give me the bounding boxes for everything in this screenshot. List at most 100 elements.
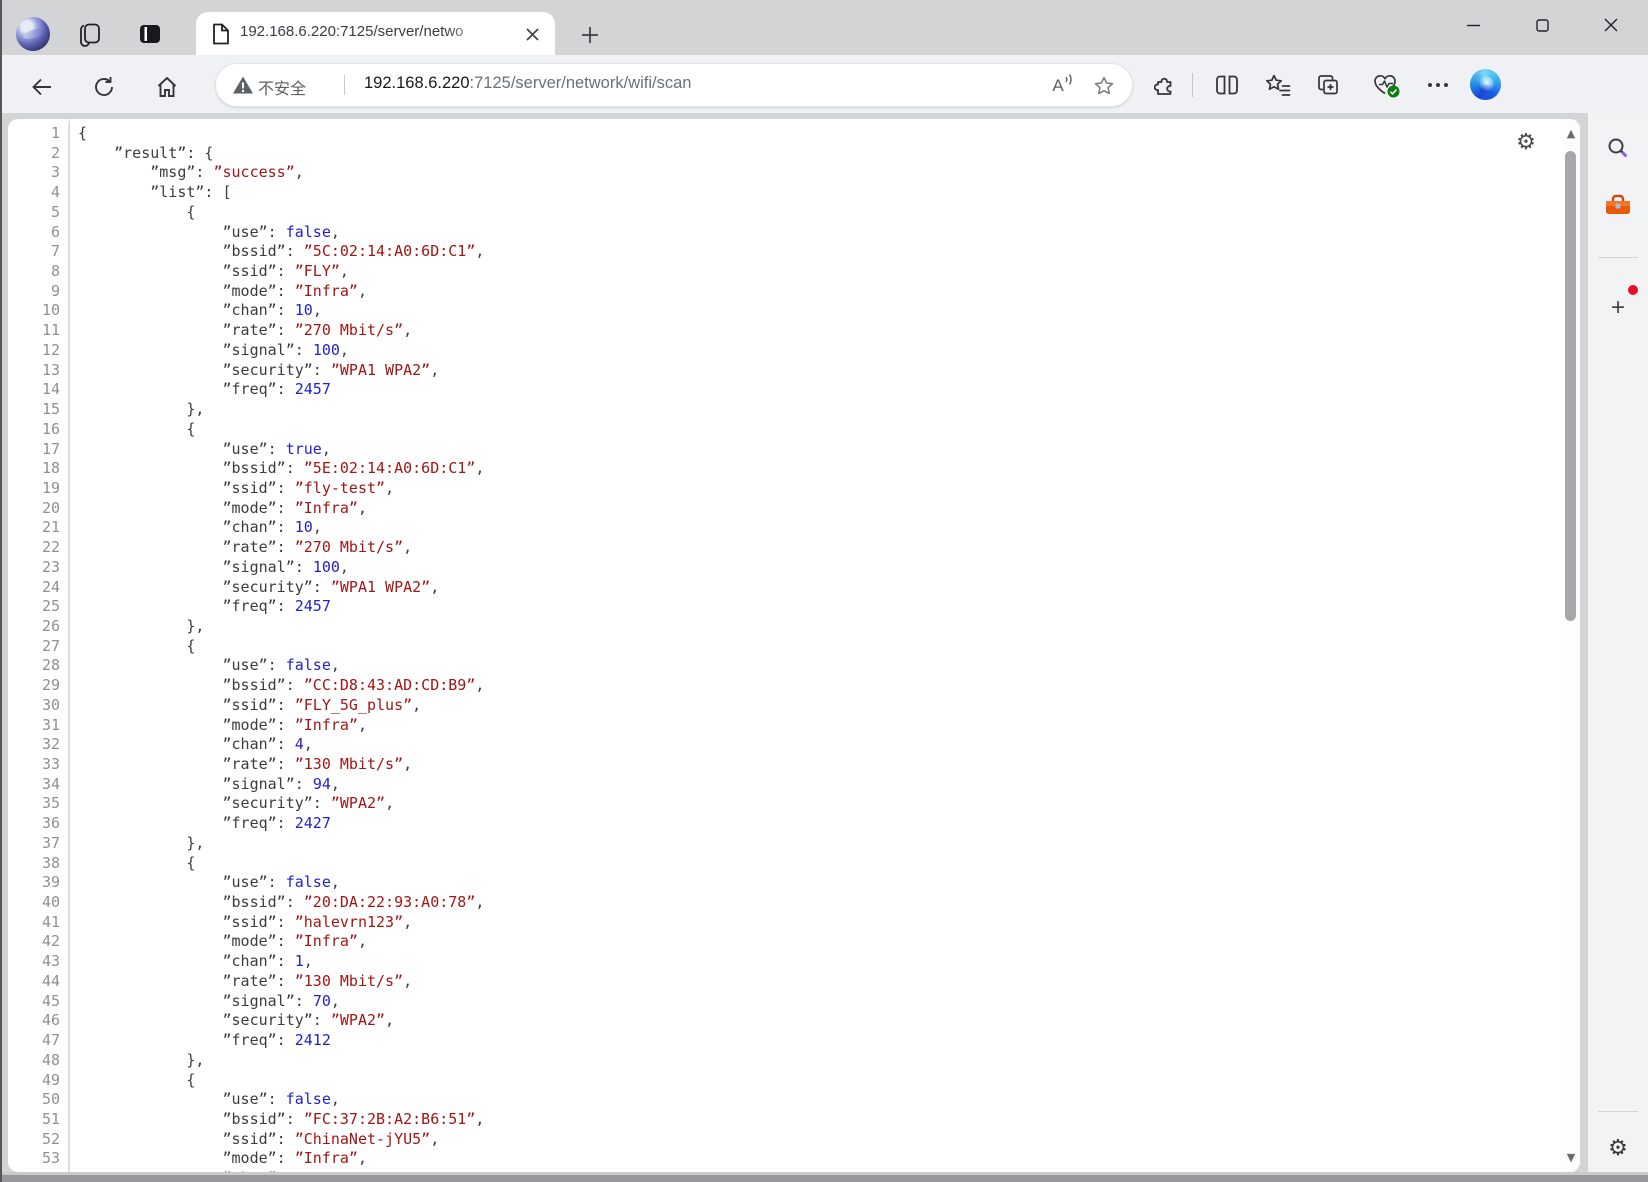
back-button[interactable] [25,70,59,104]
code-line: 9 ”mode”: ”Infra”, [8,282,484,302]
json-viewer-options-button[interactable]: ⚙ [1512,128,1540,156]
maximize-button[interactable] [1519,10,1565,40]
line-number: 27 [8,637,69,657]
line-number: 38 [8,854,69,874]
code-line: 10 ”chan”: 10, [8,301,484,321]
line-number: 48 [8,1051,69,1071]
workspaces-icon [77,21,103,47]
close-window-button[interactable] [1588,10,1634,40]
line-number: 14 [8,380,69,400]
code-line: 44 ”rate”: ”130 Mbit/s”, [8,972,484,992]
puzzle-icon [1154,73,1178,97]
page-content: 1{2 ”result”: {3 ”msg”: ”success”,4 ”lis… [8,119,1580,1172]
address-bar[interactable]: 不安全 192.168.6.220:7125/server/network/wi… [215,63,1133,107]
line-number: 29 [8,676,69,696]
line-number: 49 [8,1071,69,1091]
browser-essentials-button[interactable] [1367,67,1403,103]
scrollbar-thumb[interactable] [1565,151,1576,621]
home-button[interactable] [150,70,184,104]
split-screen-button[interactable] [1209,67,1245,103]
code-line: 21 ”chan”: 10, [8,518,484,538]
code-lines: 1{2 ”result”: {3 ”msg”: ”success”,4 ”lis… [8,124,484,1172]
tab-close-button[interactable] [518,20,546,48]
sidebar-divider [1598,257,1638,258]
code-line: 41 ”ssid”: ”halevrn123”, [8,913,484,933]
extensions-button[interactable] [1148,67,1184,103]
code-line: 33 ”rate”: ”130 Mbit/s”, [8,755,484,775]
code-line: 3 ”msg”: ”success”, [8,163,484,183]
browser-window: 192.168.6.220:7125/server/netwo [0,0,1648,1182]
scroll-down-arrow[interactable]: ▼ [1562,1151,1580,1164]
line-number: 26 [8,617,69,637]
code-line: 26 }, [8,617,484,637]
new-tab-button[interactable] [576,21,604,49]
code-line: 38 { [8,854,484,874]
collections-button[interactable] [1310,67,1346,103]
code-line: 19 ”ssid”: ”fly-test”, [8,479,484,499]
code-line: 28 ”use”: false, [8,656,484,676]
url-text[interactable]: 192.168.6.220:7125/server/network/wifi/s… [364,74,691,93]
read-aloud-button[interactable]: A [1042,70,1074,102]
vertical-scrollbar[interactable]: ▲ ▼ [1562,119,1580,1172]
code-line: 53 ”mode”: ”Infra”, [8,1149,484,1169]
copilot-button[interactable] [1470,69,1501,100]
sidebar-settings-button[interactable]: ⚙ [1601,1131,1635,1165]
browser-tab[interactable]: 192.168.6.220:7125/server/netwo [196,12,555,55]
minimize-button[interactable] [1450,10,1496,40]
page-favicon-icon [210,22,232,46]
line-number: 45 [8,992,69,1012]
heart-pulse-icon [1372,73,1398,97]
split-screen-icon [1215,74,1239,96]
line-number: 35 [8,794,69,814]
window-edge [0,0,2,1182]
read-aloud-icon: A [1052,76,1063,96]
code-line: 23 ”signal”: 100, [8,558,484,578]
line-number: 7 [8,242,69,262]
line-number: 18 [8,459,69,479]
favorites-hub-button[interactable] [1260,67,1296,103]
code-line: 24 ”security”: ”WPA1 WPA2”, [8,578,484,598]
line-number: 21 [8,518,69,538]
line-number: 36 [8,814,69,834]
refresh-button[interactable] [87,70,121,104]
sidebar-search-button[interactable] [1601,131,1635,165]
scroll-up-arrow[interactable]: ▲ [1562,127,1580,140]
code-line: 18 ”bssid”: ”5E:02:14:A0:6D:C1”, [8,459,484,479]
line-number: 43 [8,952,69,972]
code-line: 34 ”signal”: 94, [8,775,484,795]
code-line: 7 ”bssid”: ”5C:02:14:A0:6D:C1”, [8,242,484,262]
code-line: 47 ”freq”: 2412 [8,1031,484,1051]
line-number: 44 [8,972,69,992]
line-number: 41 [8,913,69,933]
line-number: 5 [8,203,69,223]
code-line: 52 ”ssid”: ”ChinaNet-jYU5”, [8,1130,484,1150]
line-number: 11 [8,321,69,341]
settings-more-button[interactable] [1420,67,1456,103]
tab-actions-button[interactable] [133,17,167,51]
edge-sidebar: + ⚙ [1588,113,1648,1172]
address-divider [344,75,345,95]
profile-avatar[interactable] [16,17,50,51]
not-secure-warning-icon [232,75,254,95]
code-line: 2 ”result”: { [8,144,484,164]
line-number: 10 [8,301,69,321]
line-number: 16 [8,420,69,440]
favorite-star-button[interactable] [1088,70,1120,102]
line-number: 39 [8,873,69,893]
code-line: 11 ”rate”: ”270 Mbit/s”, [8,321,484,341]
code-line: 37 }, [8,834,484,854]
line-number: 19 [8,479,69,499]
url-host: 192.168.6.220 [364,74,470,92]
line-number: 46 [8,1011,69,1031]
line-number: 12 [8,341,69,361]
code-line: 14 ”freq”: 2457 [8,380,484,400]
sidebar-customize-button[interactable]: + [1601,291,1635,325]
workspaces-button[interactable] [73,17,107,51]
line-number: 24 [8,578,69,598]
code-line: 40 ”bssid”: ”20:DA:22:93:A0:78”, [8,893,484,913]
sidebar-tools-button[interactable] [1601,188,1635,222]
security-status-label[interactable]: 不安全 [258,75,306,99]
line-number: 15 [8,400,69,420]
code-line: 42 ”mode”: ”Infra”, [8,932,484,952]
code-line: 48 }, [8,1051,484,1071]
